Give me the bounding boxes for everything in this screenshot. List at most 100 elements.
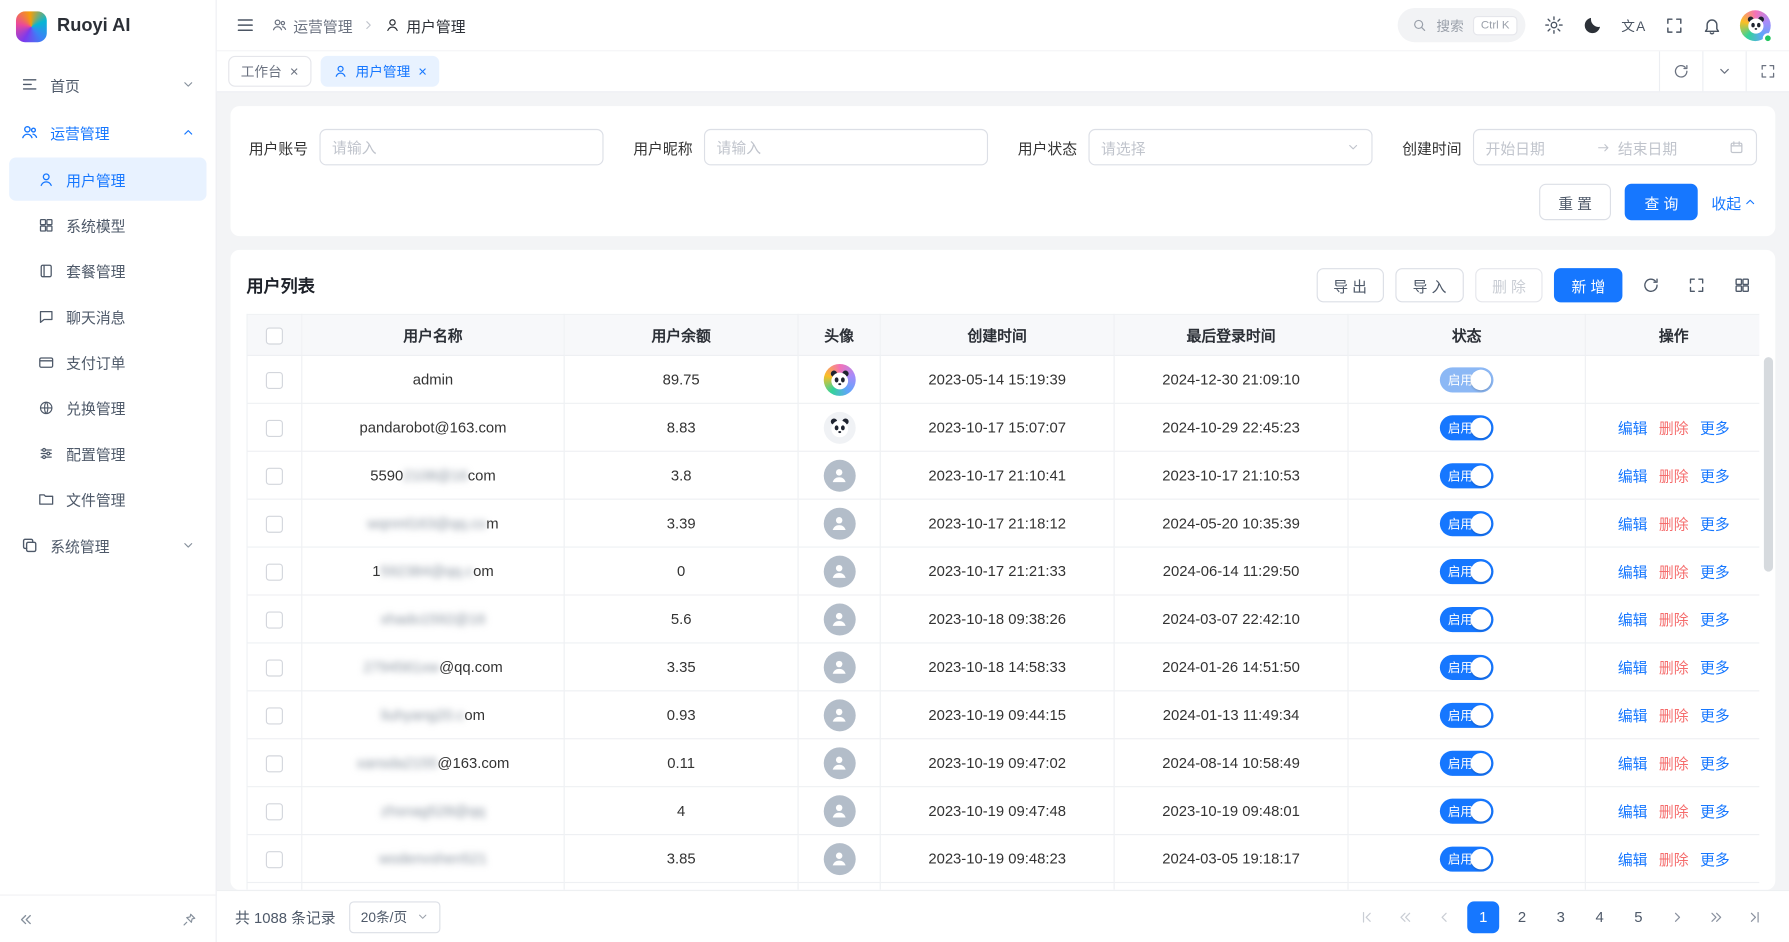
page-number-button[interactable]: 4	[1584, 901, 1616, 933]
previous-page-button[interactable]	[1428, 901, 1460, 933]
edit-link[interactable]: 编辑	[1618, 851, 1648, 868]
pin-icon[interactable]	[175, 904, 205, 934]
edit-link[interactable]: 编辑	[1618, 564, 1648, 581]
delete-button[interactable]: 删 除	[1475, 268, 1543, 302]
tab-workbench[interactable]: 工作台 ×	[228, 56, 311, 87]
more-link[interactable]: 更多	[1700, 803, 1730, 820]
sidebar-item-system-model[interactable]: 系统模型	[9, 203, 206, 246]
row-checkbox[interactable]	[266, 515, 283, 532]
edit-link[interactable]: 编辑	[1618, 468, 1648, 485]
fullscreen-icon[interactable]	[1679, 268, 1713, 302]
page-size-select[interactable]: 20条/页	[349, 901, 440, 933]
status-toggle[interactable]: 启用	[1440, 463, 1494, 488]
gear-icon[interactable]	[1544, 15, 1565, 36]
page-number-button[interactable]: 1	[1467, 901, 1499, 933]
refresh-icon[interactable]	[1634, 268, 1668, 302]
row-checkbox[interactable]	[266, 851, 283, 868]
page-number-button[interactable]: 2	[1506, 901, 1538, 933]
more-link[interactable]: 更多	[1700, 564, 1730, 581]
sidebar-collapse-button[interactable]	[11, 904, 41, 934]
delete-link[interactable]: 删除	[1659, 755, 1689, 772]
last-page-button[interactable]	[1739, 901, 1771, 933]
close-icon[interactable]: ×	[290, 64, 299, 79]
dark-mode-moon-icon[interactable]	[1582, 15, 1603, 36]
row-checkbox[interactable]	[266, 803, 283, 820]
row-checkbox[interactable]	[266, 659, 283, 676]
column-header[interactable]: 状态	[1348, 314, 1585, 355]
sidebar-item-config-management[interactable]: 配置管理	[9, 431, 206, 474]
more-link[interactable]: 更多	[1700, 755, 1730, 772]
more-link[interactable]: 更多	[1700, 851, 1730, 868]
close-icon[interactable]: ×	[418, 64, 427, 79]
status-toggle[interactable]: 启用	[1440, 558, 1494, 583]
sidebar-item-file-management[interactable]: 文件管理	[9, 477, 206, 520]
brand[interactable]: Ruoyi AI	[0, 0, 216, 52]
delete-link[interactable]: 删除	[1659, 516, 1689, 533]
delete-link[interactable]: 删除	[1659, 707, 1689, 724]
delete-link[interactable]: 删除	[1659, 612, 1689, 629]
status-toggle[interactable]: 启用	[1440, 846, 1494, 871]
nickname-input[interactable]	[717, 139, 976, 156]
row-checkbox[interactable]	[266, 611, 283, 628]
more-link[interactable]: 更多	[1700, 516, 1730, 533]
sidebar-item-system[interactable]: 系统管理	[9, 523, 206, 569]
edit-link[interactable]: 编辑	[1618, 659, 1648, 676]
page-number-button[interactable]: 5	[1622, 901, 1654, 933]
collapse-filter-link[interactable]: 收起	[1711, 191, 1757, 213]
jump-forward-button[interactable]	[1700, 901, 1732, 933]
maximize-content-icon[interactable]	[1746, 51, 1789, 91]
status-select[interactable]: 请选择	[1088, 129, 1372, 166]
sidebar-item-user-management[interactable]: 用户管理	[9, 157, 206, 200]
breadcrumb-operations[interactable]: 运营管理	[272, 14, 353, 36]
column-header[interactable]: 创建时间	[880, 314, 1114, 355]
delete-link[interactable]: 删除	[1659, 803, 1689, 820]
edit-link[interactable]: 编辑	[1618, 707, 1648, 724]
user-avatar[interactable]	[1740, 10, 1771, 41]
select-all-checkbox[interactable]	[266, 327, 283, 344]
column-header[interactable]: 头像	[798, 314, 880, 355]
row-checkbox[interactable]	[266, 707, 283, 724]
delete-link[interactable]: 删除	[1659, 468, 1689, 485]
status-toggle[interactable]: 启用	[1440, 702, 1494, 727]
delete-link[interactable]: 删除	[1659, 420, 1689, 437]
status-toggle[interactable]: 启用	[1440, 606, 1494, 631]
date-range-picker[interactable]: 开始日期 结束日期	[1473, 129, 1757, 166]
edit-link[interactable]: 编辑	[1618, 420, 1648, 437]
global-search[interactable]: 搜索 Ctrl K	[1398, 8, 1526, 42]
column-settings-icon[interactable]	[1725, 268, 1759, 302]
import-button[interactable]: 导 入	[1396, 268, 1464, 302]
column-header[interactable]: 用户名称	[302, 314, 564, 355]
row-checkbox[interactable]	[266, 755, 283, 772]
more-link[interactable]: 更多	[1700, 420, 1730, 437]
more-link[interactable]: 更多	[1700, 468, 1730, 485]
sidebar-item-payment-orders[interactable]: 支付订单	[9, 340, 206, 383]
status-toggle[interactable]: 启用	[1440, 367, 1494, 392]
chevron-down-icon[interactable]	[1702, 51, 1745, 91]
status-toggle[interactable]: 启用	[1440, 654, 1494, 679]
sidebar-item-operations[interactable]: 运营管理	[9, 110, 206, 156]
row-checkbox[interactable]	[266, 419, 283, 436]
export-button[interactable]: 导 出	[1316, 268, 1384, 302]
sidebar-item-package-management[interactable]: 套餐管理	[9, 249, 206, 292]
more-link[interactable]: 更多	[1700, 707, 1730, 724]
row-checkbox[interactable]	[266, 563, 283, 580]
hamburger-menu-icon[interactable]	[235, 15, 256, 36]
edit-link[interactable]: 编辑	[1618, 755, 1648, 772]
account-input[interactable]	[332, 139, 591, 156]
status-toggle[interactable]: 启用	[1440, 415, 1494, 440]
refresh-icon[interactable]	[1659, 51, 1702, 91]
tab-user-management[interactable]: 用户管理 ×	[320, 56, 439, 87]
search-button[interactable]: 查 询	[1625, 184, 1698, 221]
translate-icon[interactable]: 文A	[1621, 15, 1646, 34]
bell-icon[interactable]	[1702, 15, 1721, 34]
more-link[interactable]: 更多	[1700, 659, 1730, 676]
status-toggle[interactable]: 启用	[1440, 750, 1494, 775]
column-header[interactable]: 最后登录时间	[1114, 314, 1348, 355]
column-header[interactable]: 用户余额	[564, 314, 798, 355]
row-checkbox[interactable]	[266, 371, 283, 388]
first-page-button[interactable]	[1351, 901, 1383, 933]
more-link[interactable]: 更多	[1700, 612, 1730, 629]
edit-link[interactable]: 编辑	[1618, 516, 1648, 533]
fullscreen-icon[interactable]	[1665, 15, 1684, 34]
sidebar-item-home[interactable]: 首页	[9, 62, 206, 108]
